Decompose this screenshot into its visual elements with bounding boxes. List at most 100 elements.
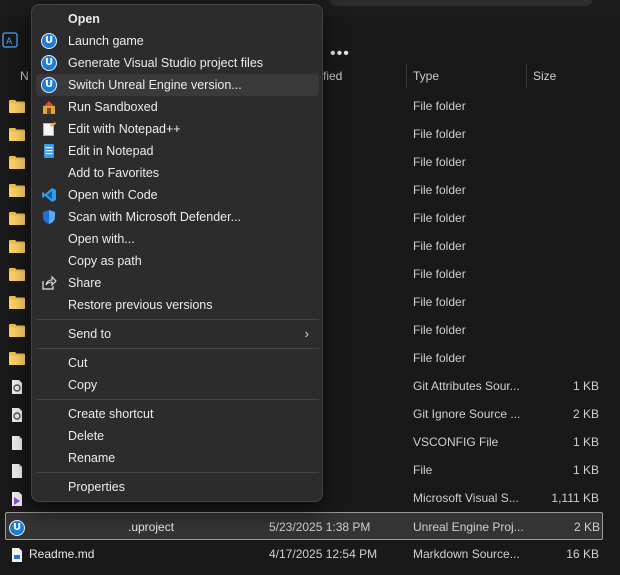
menu-item-copy-as-path[interactable]: Copy as path: [36, 250, 319, 272]
file-row[interactable]: Readme.md 4/17/2025 12:54 PM Markdown Sour…: [0, 540, 620, 568]
menu-item-label: Send to: [68, 327, 112, 341]
folder-icon: [9, 127, 25, 141]
file-icon: [9, 435, 25, 450]
file-type: File folder: [413, 239, 466, 253]
file-size: 16 KB: [566, 547, 599, 561]
column-date-modified[interactable]: fied: [323, 64, 342, 88]
see-more-button[interactable]: •••: [330, 46, 350, 62]
menu-item-label: Properties: [68, 480, 125, 494]
file-icon: [9, 463, 25, 478]
folder-icon: [9, 295, 25, 309]
chevron-right-icon: ›: [304, 326, 309, 341]
file-type: Git Ignore Source ...: [413, 407, 521, 421]
folder-icon: [9, 211, 25, 225]
file-type: File: [413, 463, 433, 477]
notepad-icon: [41, 143, 57, 159]
file-type: File folder: [413, 211, 466, 225]
folder-icon: [9, 99, 25, 113]
file-type: Markdown Source...: [413, 547, 520, 561]
unreal-engine-icon: U: [41, 33, 57, 49]
file-size: 2 KB: [573, 520, 600, 534]
file-name: .uproject: [128, 520, 175, 534]
menu-item-label: Cut: [68, 356, 88, 370]
menu-item-open[interactable]: Open: [36, 8, 319, 30]
address-bar-edge: [330, 0, 592, 6]
file-size: 1 KB: [572, 379, 599, 393]
menu-item-copy[interactable]: Copy: [36, 374, 319, 396]
menu-item-label: Scan with Microsoft Defender...: [68, 210, 241, 224]
menu-item-restore-previous-versions[interactable]: Restore previous versions: [36, 294, 319, 316]
unreal-engine-icon: U: [41, 77, 57, 93]
menu-item-rename[interactable]: Rename: [36, 447, 319, 469]
menu-separator: [36, 472, 319, 473]
markdown-file-icon: [9, 547, 25, 562]
share-icon: [41, 275, 57, 291]
file-type: File folder: [413, 99, 466, 113]
menu-item-open-with-code[interactable]: Open with Code: [36, 184, 319, 206]
menu-item-label: Edit with Notepad++: [68, 122, 181, 136]
visual-studio-icon: [9, 491, 25, 506]
menu-item-label: Copy as path: [68, 254, 142, 268]
vscode-icon: [41, 187, 57, 203]
menu-item-label: Rename: [68, 451, 116, 465]
menu-item-run-sandboxed[interactable]: Run Sandboxed: [36, 96, 319, 118]
column-size[interactable]: Size: [533, 64, 556, 88]
folder-icon: [9, 155, 25, 169]
menu-item-share[interactable]: Share: [36, 272, 319, 294]
column-divider[interactable]: [526, 64, 527, 88]
menu-item-label: Switch Unreal Engine version...: [68, 78, 242, 92]
menu-item-label: Restore previous versions: [68, 298, 213, 312]
file-type: Microsoft Visual S...: [413, 491, 519, 505]
menu-item-label: Launch game: [68, 34, 144, 48]
column-type[interactable]: Type: [413, 64, 439, 88]
menu-separator: [36, 399, 319, 400]
menu-item-launch-game[interactable]: U Launch game: [36, 30, 319, 52]
svg-text:A: A: [6, 37, 13, 47]
menu-item-switch-unreal-engine-version[interactable]: U Switch Unreal Engine version...: [36, 74, 319, 96]
file-type: File folder: [413, 323, 466, 337]
menu-item-cut[interactable]: Cut: [36, 352, 319, 374]
column-divider[interactable]: [406, 64, 407, 88]
menu-item-send-to[interactable]: Send to ›: [36, 323, 319, 345]
column-name[interactable]: N: [20, 64, 29, 88]
menu-separator: [36, 348, 319, 349]
notepad-plus-plus-icon: [41, 121, 57, 137]
translate-icon[interactable]: A: [2, 32, 18, 48]
menu-item-delete[interactable]: Delete: [36, 425, 319, 447]
menu-item-add-to-favorites[interactable]: Add to Favorites: [36, 162, 319, 184]
file-type: File folder: [413, 295, 466, 309]
menu-item-edit-in-notepad[interactable]: Edit in Notepad: [36, 140, 319, 162]
file-row-selected[interactable]: U .uproject 5/23/2025 1:38 PM Unreal Engine…: [5, 512, 603, 540]
file-date-modified: 4/17/2025 12:54 PM: [269, 547, 378, 561]
context-menu: Open U Launch game U Generate Visual Studio …: [31, 4, 323, 502]
unreal-engine-icon: U: [41, 55, 57, 71]
menu-item-open-with[interactable]: Open with...: [36, 228, 319, 250]
menu-item-label: Generate Visual Studio project files: [68, 56, 264, 70]
menu-item-edit-with-notepad[interactable]: Edit with Notepad++: [36, 118, 319, 140]
file-type: File folder: [413, 351, 466, 365]
folder-icon: [9, 323, 25, 337]
menu-item-label: Edit in Notepad: [68, 144, 154, 158]
menu-item-generate-visual-studio-project-files[interactable]: U Generate Visual Studio project files: [36, 52, 319, 74]
folder-icon: [9, 267, 25, 281]
file-type: Unreal Engine Proj...: [413, 520, 524, 534]
folder-icon: [9, 351, 25, 365]
folder-icon: [9, 183, 25, 197]
menu-item-properties[interactable]: Properties: [36, 476, 319, 498]
menu-separator: [36, 319, 319, 320]
defender-shield-icon: [41, 209, 57, 225]
menu-item-label: Run Sandboxed: [68, 100, 158, 114]
menu-item-scan-with-microsoft-defender[interactable]: Scan with Microsoft Defender...: [36, 206, 319, 228]
file-name: Readme.md: [29, 547, 95, 561]
settings-file-icon: [9, 379, 25, 394]
menu-item-label: Open: [68, 12, 100, 26]
menu-item-label: Copy: [68, 378, 98, 392]
file-type: File folder: [413, 127, 466, 141]
file-size: 2 KB: [572, 407, 599, 421]
file-type: File folder: [413, 267, 466, 281]
file-size: 1,111 KB: [551, 491, 599, 505]
settings-file-icon: [9, 407, 25, 422]
menu-item-create-shortcut[interactable]: Create shortcut: [36, 403, 319, 425]
file-type: VSCONFIG File: [413, 435, 499, 449]
file-size: 1 KB: [572, 435, 599, 449]
